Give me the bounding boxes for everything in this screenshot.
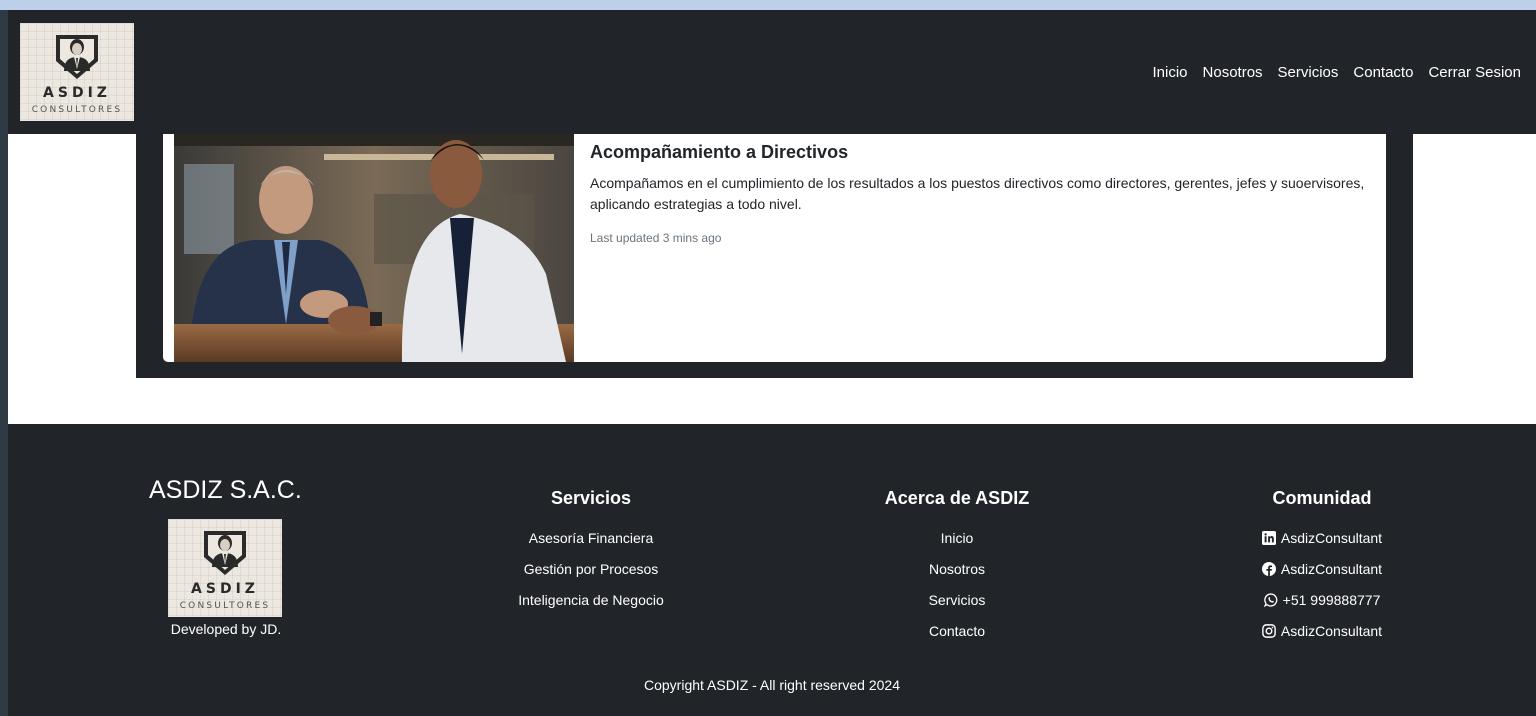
linkedin-icon (1261, 531, 1276, 545)
footer-link-linkedin[interactable]: AsdizConsultant (1192, 523, 1452, 554)
instagram-icon (1262, 624, 1276, 638)
card-body: Acompañamiento a Directivos Acompañamos … (590, 142, 1380, 245)
footer-community-title: Comunidad (1272, 488, 1372, 508)
linkedin-label: AsdizConsultant (1280, 530, 1383, 546)
footer-link-asesoria-financiera[interactable]: Asesoría Financiera (461, 523, 721, 554)
nav-link-inicio[interactable]: Inicio (1152, 64, 1187, 81)
facebook-icon (1261, 562, 1276, 576)
card-image (174, 134, 574, 362)
footer-about-column: Acerca de ASDIZ Inicio Nosotros Servicio… (827, 488, 1087, 647)
footer-company-name: ASDIZ S.A.C. (149, 476, 302, 504)
footer-link-whatsapp[interactable]: +51 999888777 (1192, 585, 1452, 616)
footer-link-inicio[interactable]: Inicio (827, 523, 1087, 554)
logo-main-text: ASDIZ (191, 581, 259, 597)
navbar: ASDIZ CONSULTORES Inicio Nosotros Servic… (8, 10, 1536, 134)
footer-logo: ASDIZ CONSULTORES (168, 519, 282, 617)
footer-link-gestion-procesos[interactable]: Gestión por Procesos (461, 554, 721, 585)
footer-services-column: Servicios Asesoría Financiera Gestión po… (461, 488, 721, 616)
nav-link-cerrar-sesion[interactable]: Cerrar Sesion (1428, 64, 1521, 81)
footer-link-facebook[interactable]: AsdizConsultant (1192, 554, 1452, 585)
footer-link-servicios[interactable]: Servicios (827, 585, 1087, 616)
logo-sub-text: CONSULTORES (31, 105, 123, 115)
footer-services-title: Servicios (550, 488, 632, 508)
main-content: Acompañamiento a Directivos Acompañamos … (8, 134, 1536, 424)
footer-community-column: Comunidad AsdizConsultant AsdizConsultan… (1192, 488, 1452, 647)
brand-logo[interactable]: ASDIZ CONSULTORES (20, 23, 134, 121)
whatsapp-label: +51 999888777 (1282, 592, 1381, 608)
browser-top-strip (0, 0, 1536, 10)
footer-link-instagram[interactable]: AsdizConsultant (1192, 616, 1452, 647)
businessman-logo-icon (56, 35, 98, 79)
nav-link-contacto[interactable]: Contacto (1353, 64, 1413, 81)
footer-link-nosotros[interactable]: Nosotros (827, 554, 1087, 585)
nav-menu: Inicio Nosotros Servicios Contacto Cerra… (1152, 64, 1521, 81)
card-text: Acompañamos en el cumplimiento de los re… (590, 175, 1365, 212)
footer-developed-by: Developed by JD. (170, 621, 282, 637)
footer-link-inteligencia-negocio[interactable]: Inteligencia de Negocio (461, 585, 721, 616)
whatsapp-icon (1263, 593, 1277, 607)
footer-copyright: Copyright ASDIZ - All right reserved 202… (643, 677, 900, 693)
service-card: Acompañamiento a Directivos Acompañamos … (163, 134, 1386, 362)
instagram-label: AsdizConsultant (1280, 623, 1383, 639)
businessman-logo-icon (204, 531, 246, 575)
footer-link-contacto[interactable]: Contacto (827, 616, 1087, 647)
services-panel: Acompañamiento a Directivos Acompañamos … (136, 134, 1413, 378)
nav-link-servicios[interactable]: Servicios (1278, 64, 1339, 81)
card-title: Acompañamiento a Directivos (590, 142, 849, 162)
nav-link-nosotros[interactable]: Nosotros (1203, 64, 1263, 81)
footer: ASDIZ S.A.C. ASDIZ CONSULTORES Developed… (8, 424, 1536, 716)
footer-about-title: Acerca de ASDIZ (884, 488, 1030, 508)
card-last-updated: Last updated 3 mins ago (590, 231, 722, 245)
logo-main-text: ASDIZ (43, 85, 111, 101)
window-left-edge (0, 10, 8, 716)
facebook-label: AsdizConsultant (1280, 561, 1383, 577)
logo-sub-text: CONSULTORES (179, 601, 271, 611)
